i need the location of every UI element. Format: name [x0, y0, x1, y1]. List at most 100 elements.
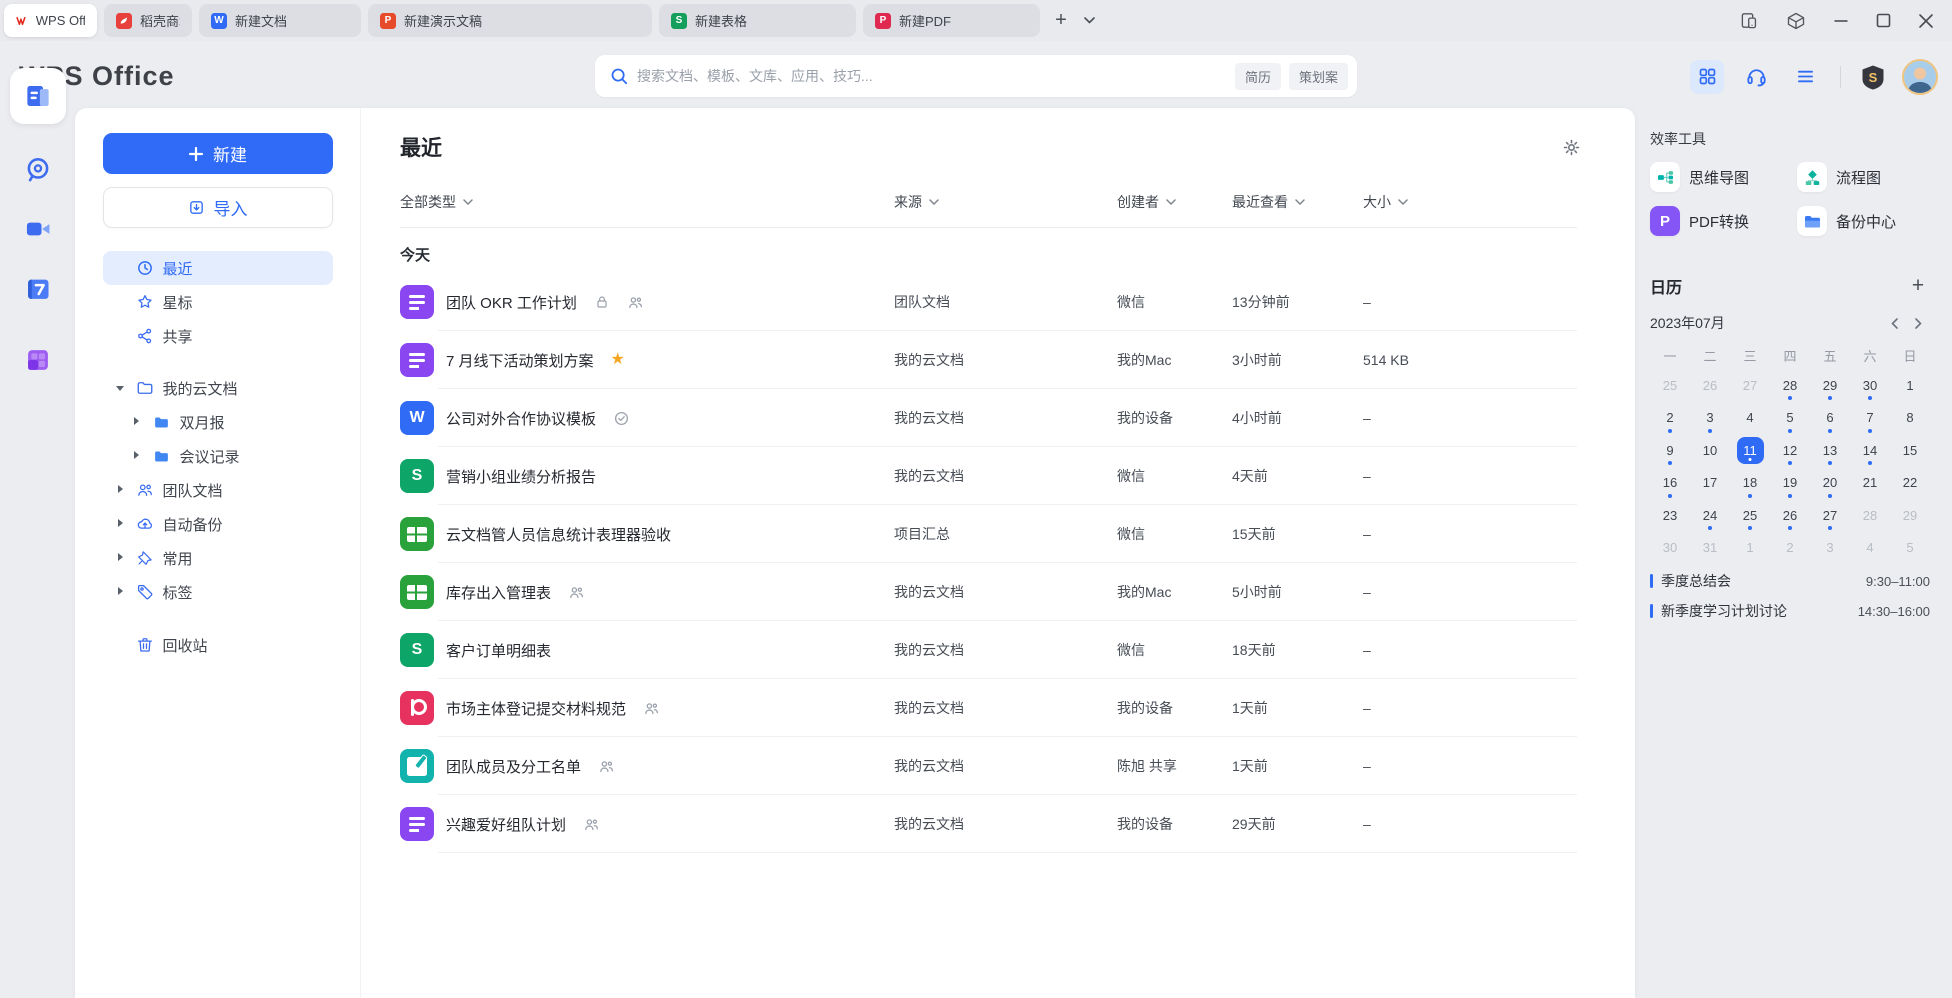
calendar-day[interactable]: 31: [1690, 532, 1730, 565]
calendar-day[interactable]: 3: [1810, 532, 1850, 565]
sidebar-item-auto-backup[interactable]: 自动备份: [103, 507, 333, 541]
calendar-day[interactable]: 20: [1810, 467, 1850, 500]
calendar-day[interactable]: 17: [1690, 467, 1730, 500]
tab-new-document[interactable]: W 新建文档: [199, 4, 361, 37]
calendar-day[interactable]: 2: [1770, 532, 1810, 565]
calendar-day[interactable]: 8: [1890, 402, 1930, 435]
file-row[interactable]: 公司对外合作协议模板 ★ 我的云文档 我的设备 4小时前 –: [400, 389, 1577, 447]
calendar-day[interactable]: 26: [1690, 369, 1730, 402]
close-icon[interactable]: [1918, 13, 1934, 29]
file-row[interactable]: 库存出入管理表 ★ 我的云文档 我的Mac 5小时前 –: [400, 563, 1577, 621]
sidebar-item-recycle-bin[interactable]: 回收站: [103, 628, 333, 662]
caret-right-icon[interactable]: [118, 553, 123, 561]
sidebar-item-team-docs[interactable]: 团队文档: [103, 473, 333, 507]
file-row[interactable]: 团队 OKR 工作计划 ★ 团队文档 微信 13分钟前 –: [400, 273, 1577, 331]
caret-right-icon[interactable]: [118, 587, 123, 595]
maximize-icon[interactable]: [1876, 13, 1891, 28]
calendar-day[interactable]: 27: [1810, 499, 1850, 532]
calendar-day[interactable]: 1: [1730, 532, 1770, 565]
calendar-day[interactable]: 11: [1730, 434, 1770, 467]
minimize-icon[interactable]: [1833, 13, 1849, 29]
rail-chat[interactable]: [23, 154, 53, 184]
calendar-day[interactable]: 21: [1850, 467, 1890, 500]
apps-grid-button[interactable]: [1690, 60, 1724, 94]
avatar[interactable]: [1902, 59, 1938, 95]
sidebar-item-recent[interactable]: 最近: [103, 251, 333, 285]
filter-source[interactable]: 来源: [894, 192, 1117, 212]
tab-wps-home[interactable]: WPS Office: [4, 4, 97, 37]
sidebar-item-frequent[interactable]: 常用: [103, 541, 333, 575]
devices-icon[interactable]: [1740, 11, 1759, 30]
new-button[interactable]: 新建: [103, 133, 333, 174]
calendar-day[interactable]: 25: [1730, 499, 1770, 532]
rail-apps[interactable]: [23, 345, 53, 375]
caret-down-icon[interactable]: [116, 386, 124, 391]
calendar-day[interactable]: 30: [1850, 369, 1890, 402]
sidebar-item-tags[interactable]: 标签: [103, 575, 333, 609]
file-row[interactable]: 7 月线下活动策划方案 ★ 我的云文档 我的Mac 3小时前 514 KB: [400, 331, 1577, 389]
sidebar-item-my-cloud-docs[interactable]: 我的云文档: [103, 371, 333, 405]
sidebar-item-meeting-notes[interactable]: 会议记录: [103, 439, 333, 473]
main-menu-button[interactable]: [1788, 60, 1822, 94]
calendar-day[interactable]: 27: [1730, 369, 1770, 402]
calendar-day[interactable]: 28: [1850, 499, 1890, 532]
calendar-day[interactable]: 25: [1650, 369, 1690, 402]
new-tab-button[interactable]: +: [1047, 7, 1075, 35]
calendar-day[interactable]: 18: [1730, 467, 1770, 500]
calendar-day[interactable]: 22: [1890, 467, 1930, 500]
caret-right-icon[interactable]: [134, 417, 139, 425]
calendar-day[interactable]: 29: [1810, 369, 1850, 402]
rail-video-meeting[interactable]: [23, 214, 53, 244]
add-event-button[interactable]: +: [1906, 274, 1930, 298]
event-item[interactable]: 季度总结会 9:30–11:00: [1650, 566, 1930, 596]
search-tag-resume[interactable]: 简历: [1235, 63, 1281, 90]
next-month-button[interactable]: [1906, 313, 1930, 333]
file-row[interactable]: 客户订单明细表 ★ 我的云文档 微信 18天前 –: [400, 621, 1577, 679]
calendar-day[interactable]: 23: [1650, 499, 1690, 532]
support-button[interactable]: [1739, 60, 1773, 94]
calendar-day[interactable]: 2: [1650, 402, 1690, 435]
tool-pdf-convert[interactable]: P PDF转换: [1650, 206, 1797, 236]
calendar-day[interactable]: 10: [1690, 434, 1730, 467]
tool-mindmap[interactable]: 思维导图: [1650, 162, 1797, 192]
calendar-day[interactable]: 16: [1650, 467, 1690, 500]
file-row[interactable]: 营销小组业绩分析报告 ★ 我的云文档 微信 4天前 –: [400, 447, 1577, 505]
calendar-day[interactable]: 4: [1850, 532, 1890, 565]
calendar-day[interactable]: 5: [1890, 532, 1930, 565]
calendar-day[interactable]: 5: [1770, 402, 1810, 435]
calendar-day[interactable]: 1: [1890, 369, 1930, 402]
calendar-day[interactable]: 14: [1850, 434, 1890, 467]
caret-right-icon[interactable]: [134, 451, 139, 459]
file-row[interactable]: 团队成员及分工名单 ★ 我的云文档 陈旭 共享 1天前 –: [400, 737, 1577, 795]
calendar-day[interactable]: 7: [1850, 402, 1890, 435]
calendar-day[interactable]: 15: [1890, 434, 1930, 467]
calendar-day[interactable]: 19: [1770, 467, 1810, 500]
sidebar-item-starred[interactable]: 星标: [103, 285, 333, 319]
file-row[interactable]: 云文档管人员信息统计表理器验收 ★ 项目汇总 微信 15天前 –: [400, 505, 1577, 563]
tab-docer-store[interactable]: 稻壳商城: [104, 4, 192, 37]
calendar-day[interactable]: 12: [1770, 434, 1810, 467]
import-button[interactable]: 导入: [103, 187, 333, 228]
calendar-day[interactable]: 24: [1690, 499, 1730, 532]
filter-all-types[interactable]: 全部类型: [400, 192, 894, 212]
calendar-day[interactable]: 9: [1650, 434, 1690, 467]
caret-right-icon[interactable]: [118, 519, 123, 527]
sidebar-item-bimonthly-report[interactable]: 双月报: [103, 405, 333, 439]
tab-list-dropdown[interactable]: [1075, 7, 1103, 35]
event-item[interactable]: 新季度学习计划讨论 14:30–16:00: [1650, 596, 1930, 626]
calendar-day[interactable]: 30: [1650, 532, 1690, 565]
rail-documents-active[interactable]: [10, 68, 66, 124]
vip-badge-icon[interactable]: S: [1859, 63, 1887, 91]
tool-flowchart[interactable]: 流程图: [1797, 162, 1930, 192]
tab-new-pdf[interactable]: P 新建PDF: [863, 4, 1040, 37]
calendar-day[interactable]: 29: [1890, 499, 1930, 532]
sandbox-box-icon[interactable]: [1786, 11, 1806, 31]
calendar-day[interactable]: 3: [1690, 402, 1730, 435]
sidebar-item-shared[interactable]: 共享: [103, 319, 333, 353]
calendar-day[interactable]: 4: [1730, 402, 1770, 435]
tool-backup-center[interactable]: 备份中心: [1797, 206, 1930, 236]
caret-right-icon[interactable]: [118, 485, 123, 493]
file-row[interactable]: 兴趣爱好组队计划 ★ 我的云文档 我的设备 29天前 –: [400, 795, 1577, 853]
prev-month-button[interactable]: [1882, 313, 1906, 333]
calendar-day[interactable]: 13: [1810, 434, 1850, 467]
